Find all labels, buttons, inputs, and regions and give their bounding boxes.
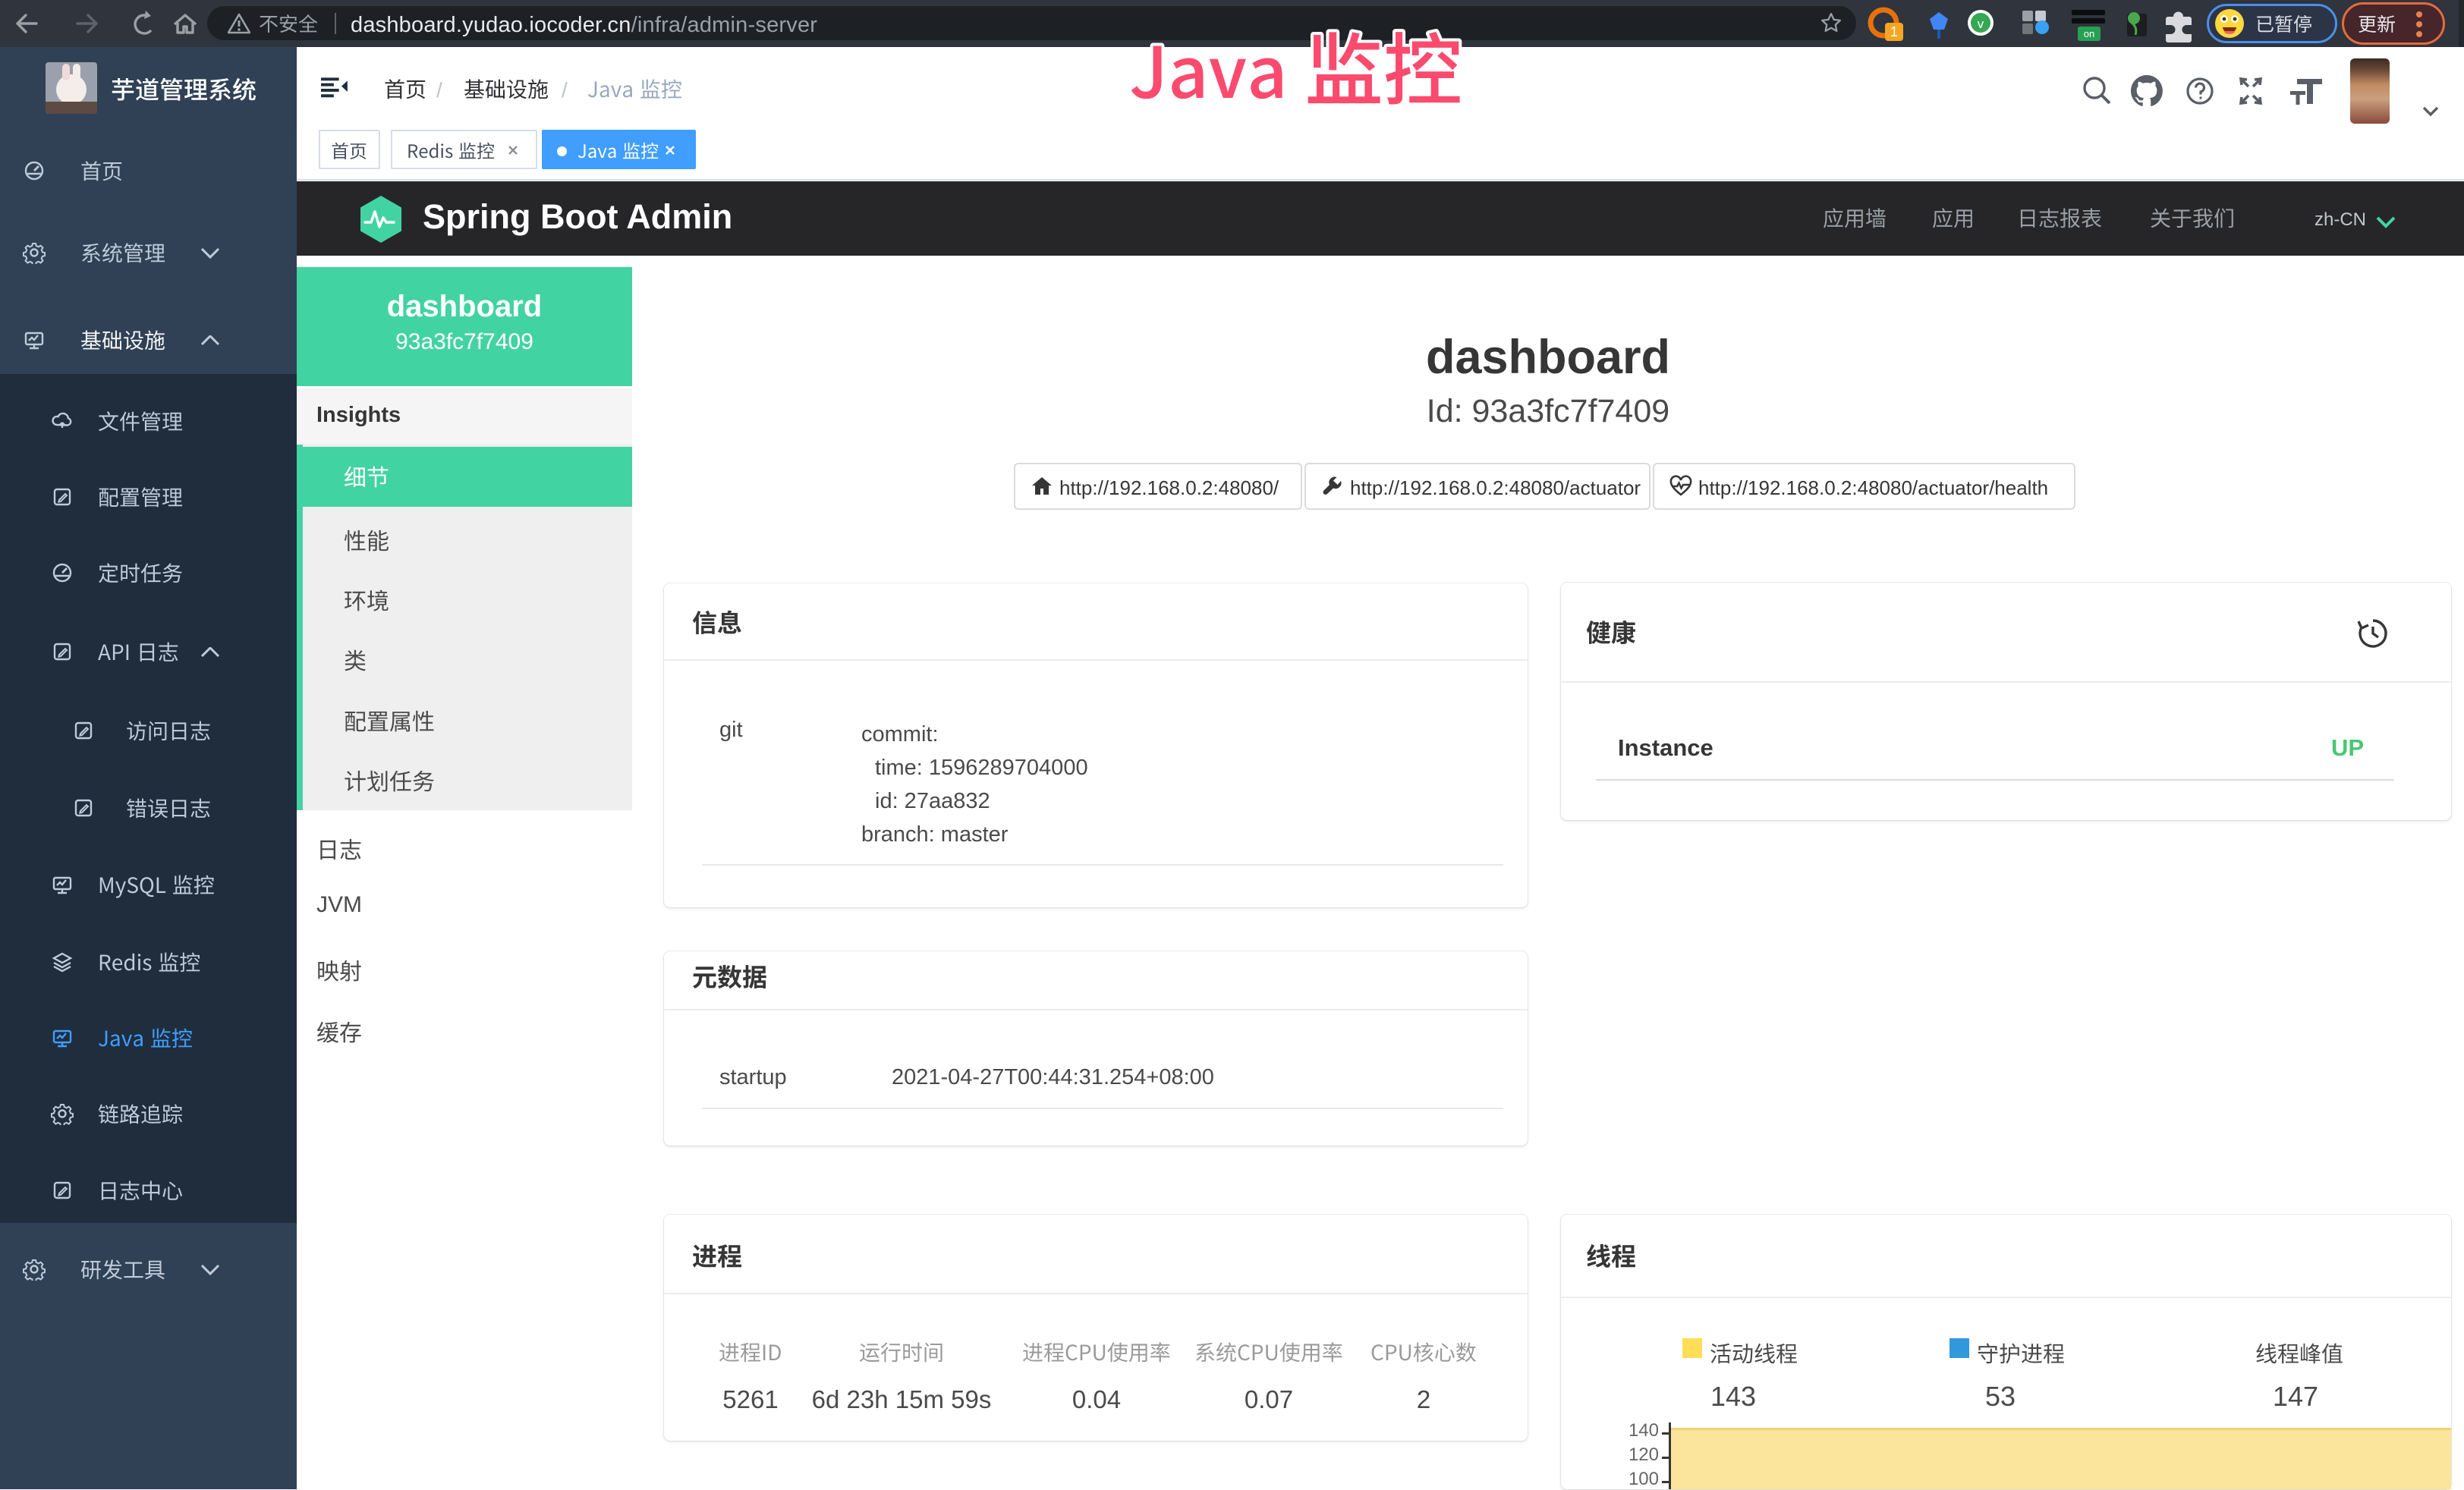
svg-text:on: on xyxy=(2084,28,2094,39)
svg-text:1: 1 xyxy=(1890,24,1898,39)
svg-text:v: v xyxy=(1978,17,1984,31)
